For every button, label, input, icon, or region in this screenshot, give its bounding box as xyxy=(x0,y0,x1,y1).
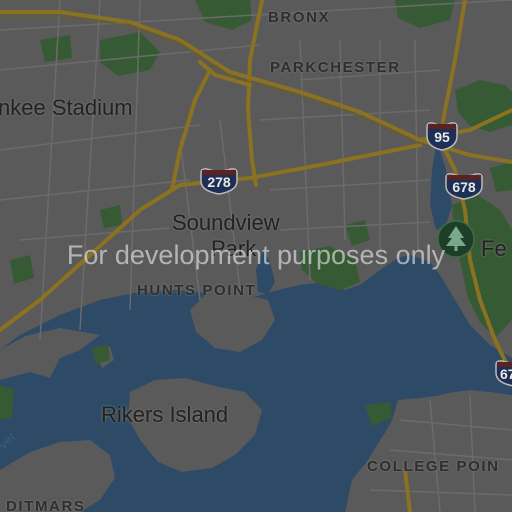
island-rikers[interactable]: Rikers Island xyxy=(101,402,228,428)
park-small-2 xyxy=(0,385,14,420)
neighborhood-parkchester: PARKCHESTER xyxy=(270,59,401,76)
neighborhood-bronx: BRONX xyxy=(268,9,331,26)
dev-watermark: For development purposes only xyxy=(66,240,446,270)
i-95-shield: 95 xyxy=(425,121,459,151)
i-678-south-shield: 67 xyxy=(494,359,512,387)
neighborhood-ditmars: DITMARS xyxy=(6,498,86,512)
neighborhood-hunts-point: HUNTS POINT xyxy=(137,282,257,299)
poi-soundview-park-line1[interactable]: Soundview xyxy=(172,210,280,236)
poi-yankee-stadium[interactable]: nkee Stadium xyxy=(0,95,133,121)
neighborhood-college-point: COLLEGE POIN xyxy=(367,458,500,475)
i-678-north-shield: 678 xyxy=(444,172,484,200)
i-95-number: 95 xyxy=(434,129,450,145)
i-678-north-number: 678 xyxy=(452,179,476,195)
i-278-shield: 278 xyxy=(199,167,239,195)
map-canvas[interactable]: 278 95 678 67 nkee Stadium Soundview Par… xyxy=(0,0,512,512)
i-278-number: 278 xyxy=(207,174,231,190)
i-678-south-number: 67 xyxy=(500,366,512,382)
